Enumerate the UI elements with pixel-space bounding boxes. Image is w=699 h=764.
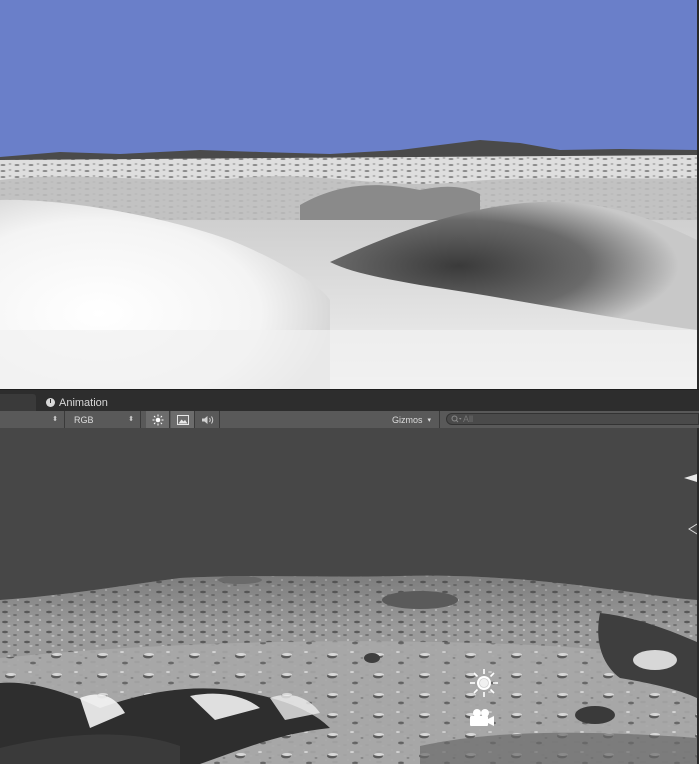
dropdown-arrows-icon: ⬍	[52, 415, 58, 423]
hierarchy-search-field[interactable]	[446, 413, 699, 425]
rgb-label: RGB	[74, 414, 94, 425]
scene-image-toggle[interactable]	[171, 411, 195, 428]
game-view[interactable]	[0, 0, 697, 389]
image-icon	[176, 414, 189, 425]
sun-icon[interactable]	[470, 669, 498, 697]
clock-icon	[46, 398, 55, 407]
scene-toolbar: ⬍ RGB ⬍ Gizmos ▾	[0, 411, 699, 429]
sun-icon	[152, 414, 163, 425]
gizmos-dropdown[interactable]: Gizmos ▾	[388, 411, 440, 428]
tab-scene[interactable]	[0, 394, 36, 412]
tab-bar: Animation	[0, 389, 699, 412]
crater	[382, 591, 458, 609]
rgb-dropdown[interactable]: RGB ⬍	[65, 411, 141, 428]
scene-lighting-toggle[interactable]	[146, 411, 170, 428]
render-mode-dropdown[interactable]: ⬍	[0, 411, 65, 428]
search-icon	[451, 415, 462, 423]
dropdown-arrows-icon: ⬍	[128, 415, 134, 423]
search-input[interactable]	[462, 414, 663, 424]
tab-animation[interactable]: Animation	[40, 393, 116, 412]
chevron-down-icon: ▾	[427, 416, 432, 424]
scene-view[interactable]	[0, 428, 697, 764]
speaker-icon	[201, 415, 213, 424]
tab-animation-label: Animation	[59, 396, 108, 409]
scene-audio-toggle[interactable]	[196, 411, 220, 428]
gizmos-label: Gizmos	[392, 414, 423, 425]
